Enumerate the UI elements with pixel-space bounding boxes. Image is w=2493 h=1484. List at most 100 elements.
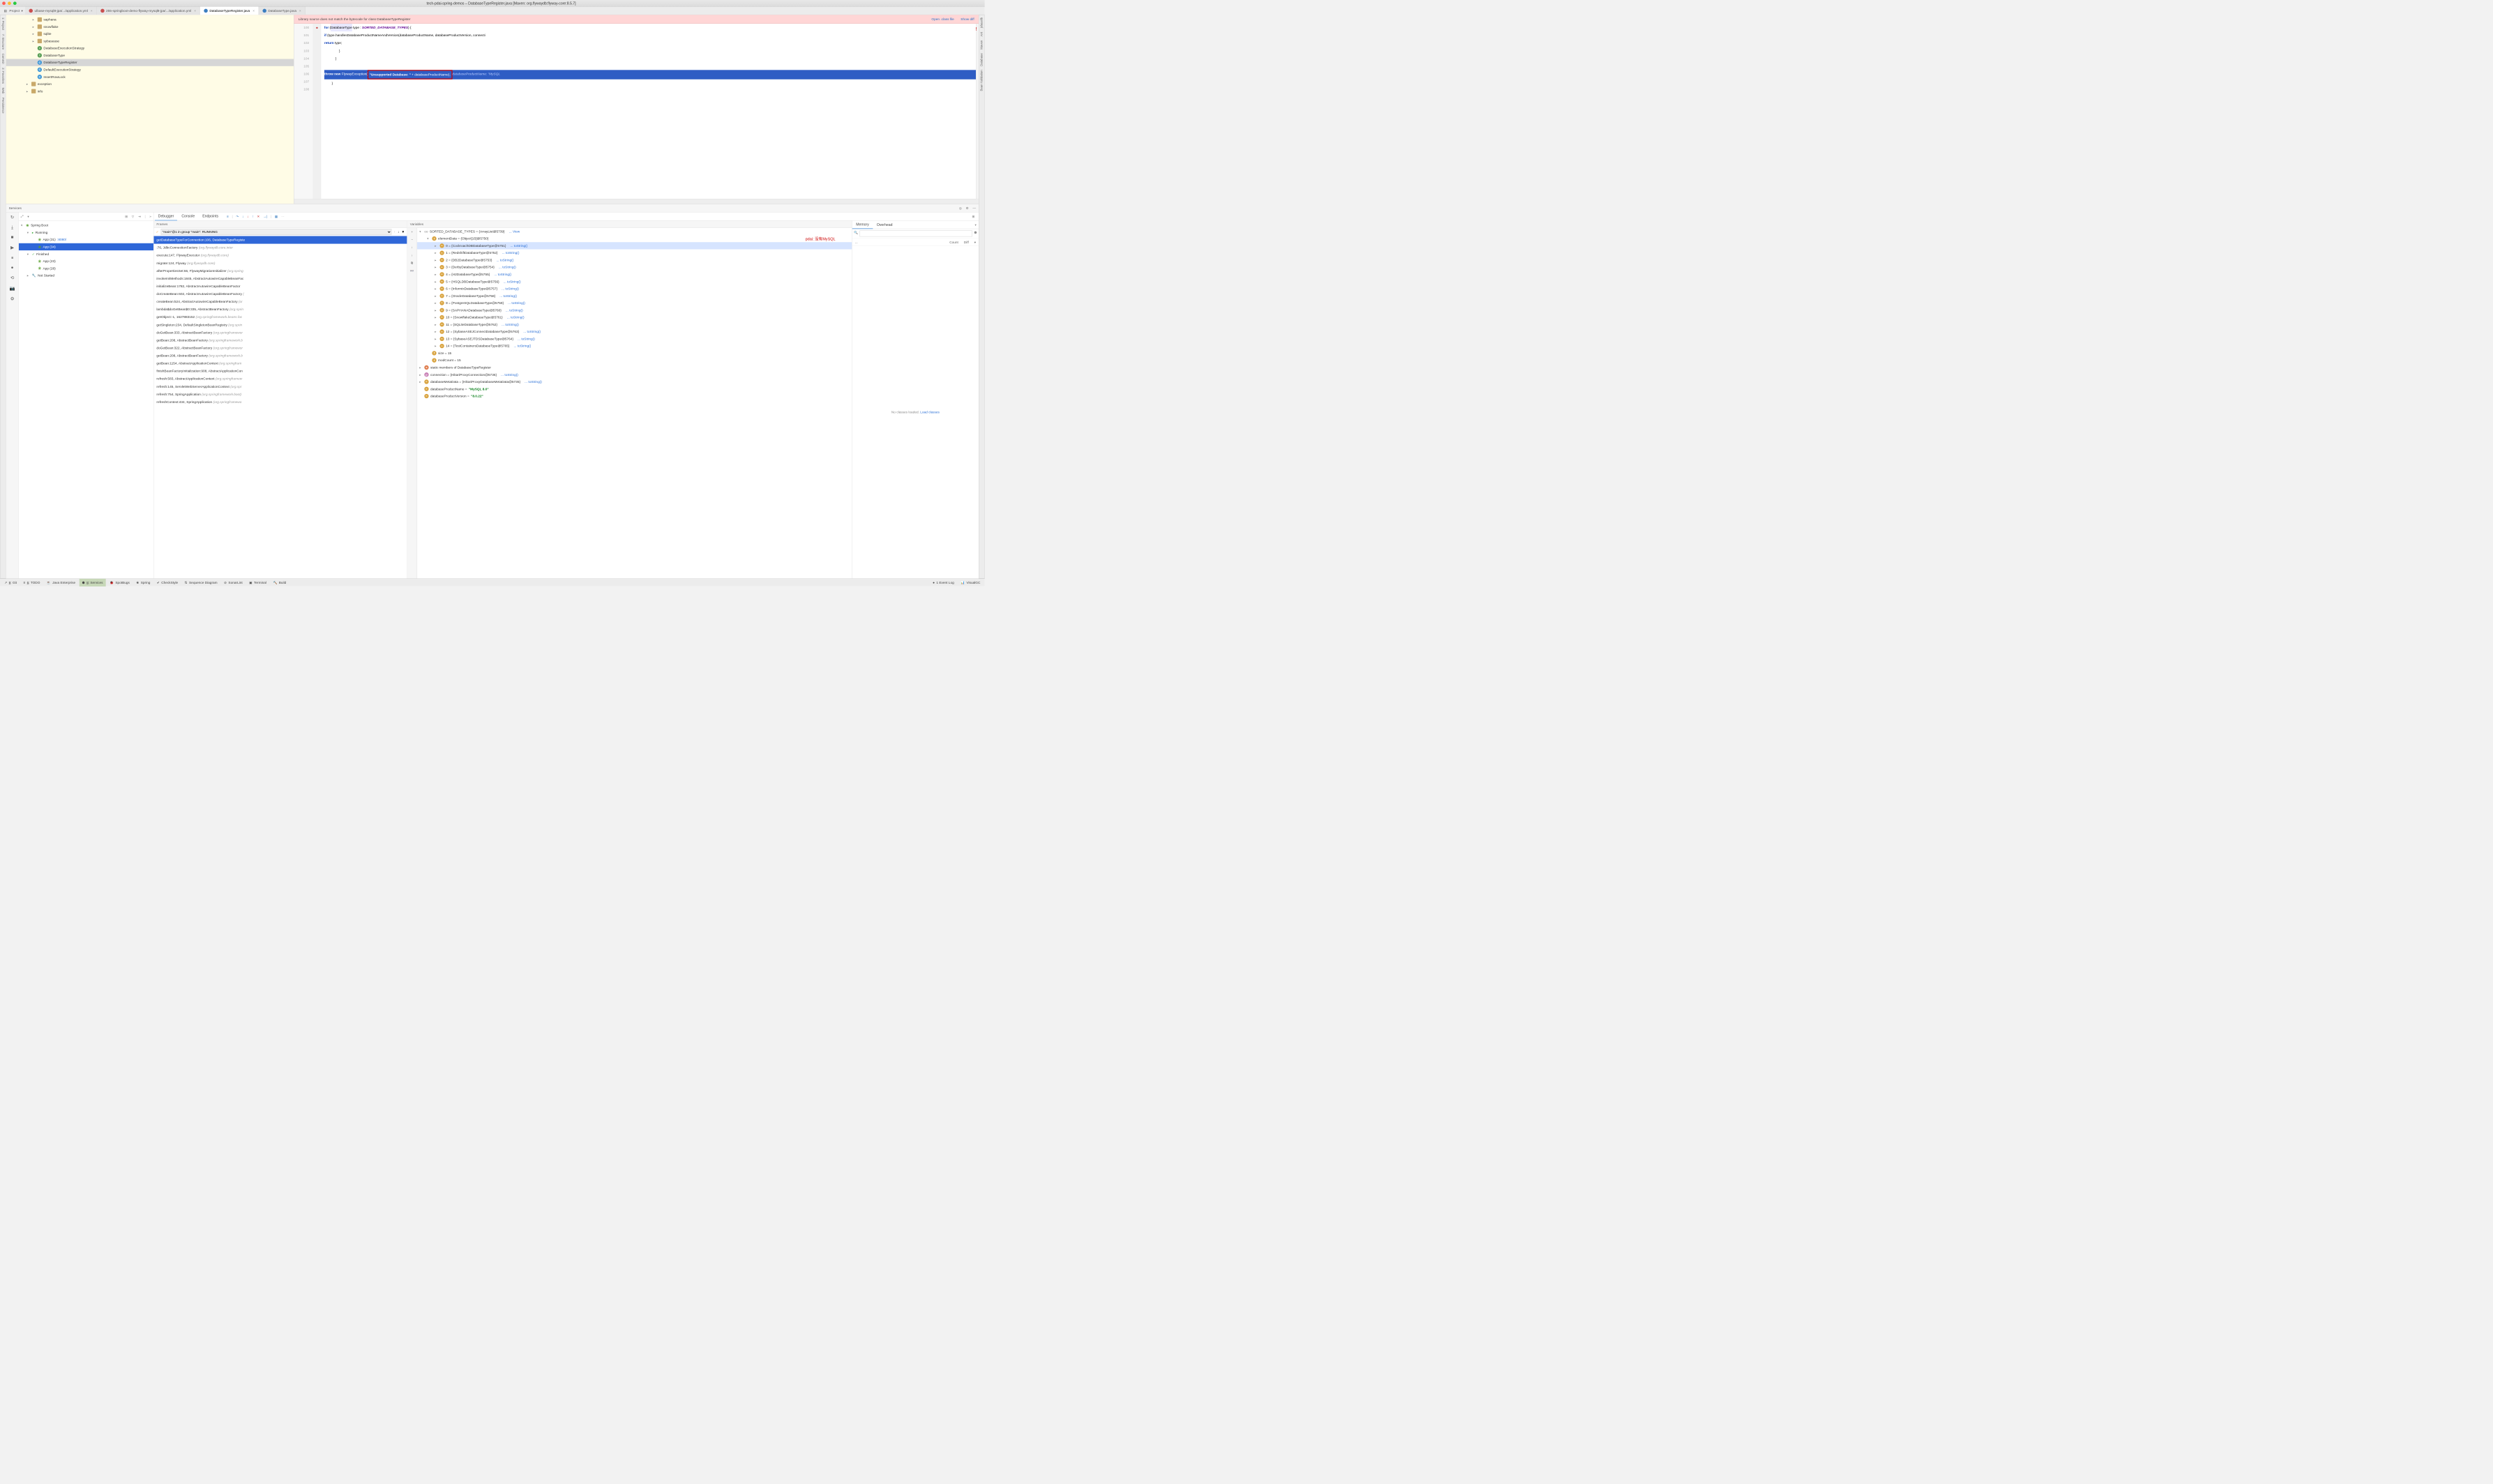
expand-icon[interactable]: ▸: [435, 344, 438, 348]
code-body[interactable]: for (DatabaseType type : SORTED_DATABASE…: [321, 24, 976, 199]
tostring-link[interactable]: ... toString(): [508, 301, 525, 305]
breakpoint-gutter[interactable]: ●: [313, 24, 321, 199]
memory-panel[interactable]: Memory Overhead ▾ 🔍 ⚙: [852, 220, 979, 578]
svc-action-icon[interactable]: ▶: [10, 245, 14, 250]
expand-icon[interactable]: ▾: [21, 223, 24, 227]
status-bar[interactable]: ↗9: Git≡6: TODO☕Java Enterprise⬢8: Servi…: [0, 579, 985, 586]
stack-frame[interactable]: refresh:145, ServletWebServerApplication…: [153, 383, 407, 391]
status-btn[interactable]: ❀Spring: [133, 579, 153, 586]
next-frame-icon[interactable]: ↓: [398, 230, 399, 234]
run-to-cursor-icon[interactable]: →|: [263, 215, 267, 219]
expand-icon[interactable]: ▸: [435, 330, 438, 334]
expand-icon[interactable]: ▸: [435, 337, 438, 341]
stack-frame[interactable]: getBean:208, AbstractBeanFactory (org.sp…: [153, 336, 407, 344]
run-config-node[interactable]: ❀App (28): [19, 265, 153, 272]
close-icon[interactable]: [2, 1, 6, 5]
rail-btn[interactable]: Maven: [980, 40, 984, 50]
stack-frame[interactable]: doGetBean:322, AbstractBeanFactory (org.…: [153, 344, 407, 351]
frames-panel[interactable]: Frames ✓ "main"@1 in group "main": RUNNI…: [153, 220, 407, 578]
tostring-link[interactable]: ... toString(): [518, 337, 535, 341]
step-out-icon[interactable]: ↑: [252, 215, 253, 219]
step-into-icon[interactable]: ↓: [242, 215, 243, 219]
filter-frames-icon[interactable]: ▼: [402, 230, 405, 234]
variable-row[interactable]: ▸sstatic members of DatabaseTypeRegister: [417, 364, 852, 371]
status-btn[interactable]: ⊘SonarLint: [221, 579, 246, 586]
tostring-link[interactable]: ... toString(): [514, 344, 532, 348]
stack-frame[interactable]: refreshContext:434, SpringApplication (o…: [153, 398, 407, 406]
overhead-tab[interactable]: Overhead: [873, 220, 896, 229]
rail-btn[interactable]: Web: [1, 87, 5, 93]
expand-icon[interactable]: ▸: [435, 315, 438, 319]
variables-toolbar[interactable]: + − ↑ ↓ ⧉ 👓: [407, 228, 417, 579]
tostring-link[interactable]: ... View: [509, 229, 520, 234]
stack-frame[interactable]: migrate:124, Flyway (org.flywaydb.core): [153, 259, 407, 267]
tree-node[interactable]: CInsertRowLock: [6, 73, 294, 80]
expand-icon[interactable]: ▸: [419, 365, 423, 370]
status-btn[interactable]: ●1 Event Log: [930, 579, 956, 586]
variable-row[interactable]: ▸≡6 = {InformixDatabaseType@5757} ... to…: [417, 285, 852, 292]
rail-btn[interactable]: Persistence: [1, 98, 5, 114]
expand-icon[interactable]: ▸: [435, 251, 438, 255]
tostring-link[interactable]: ... toString(): [499, 294, 517, 298]
memory-tab[interactable]: Memory: [852, 220, 873, 229]
editor-tab[interactable]: ulbase-mysql8-jpa/.../application.yml×: [25, 6, 96, 15]
expand-icon[interactable]: ▸: [435, 294, 438, 298]
variable-row[interactable]: ▸≡1 = {RedshiftDatabaseType@5752} ... to…: [417, 249, 852, 256]
status-btn[interactable]: ☕Java Enterprise: [44, 579, 78, 586]
expand-icon[interactable]: ▾: [419, 229, 423, 234]
show-diff-link[interactable]: Show diff: [961, 17, 974, 22]
tree-node[interactable]: IDatabaseType: [6, 52, 294, 59]
tree-node[interactable]: CDefaultExecutionStrategy: [6, 66, 294, 73]
expand-icon[interactable]: ▸: [27, 89, 30, 93]
stack-frame[interactable]: getSingleton:234, DefaultSingletonBeanRe…: [153, 321, 407, 328]
expand-icon[interactable]: ▸: [419, 372, 423, 377]
down-icon[interactable]: ↓: [412, 253, 413, 257]
variable-row[interactable]: fsize = 15: [417, 349, 852, 356]
debugger-tab[interactable]: Console: [179, 212, 198, 220]
editor-tab[interactable]: DatabaseTypeRegister.java×: [200, 6, 259, 15]
window-controls[interactable]: [2, 1, 17, 5]
run-config-node[interactable]: ❀App (34): [19, 243, 153, 250]
variable-row[interactable]: ▸≡7 = {OracleDatabaseType@5758} ... toSt…: [417, 292, 852, 299]
services-header[interactable]: Services ◎ ⚙ —: [6, 204, 979, 213]
variable-row[interactable]: ▸≡13 = {SybaseASEJTDSDatabaseType@5764} …: [417, 335, 852, 342]
variable-row[interactable]: ▸≡5 = {HSQLDBDatabaseType@5756} ... toSt…: [417, 278, 852, 285]
left-tool-rail[interactable]: 1: Project7: StructureCommit2: Favorites…: [0, 15, 6, 578]
grid-icon[interactable]: ⊞: [125, 215, 128, 219]
gear-icon[interactable]: ⚙: [974, 231, 977, 237]
tostring-link[interactable]: ... toString(): [502, 287, 519, 291]
project-selector[interactable]: ▤ Project ▾: [1, 8, 26, 13]
svc-action-icon[interactable]: ⟲: [10, 275, 14, 281]
close-tab-icon[interactable]: ×: [253, 8, 255, 13]
run-configurations-tree[interactable]: ⤢▾ ⊞ ▽ ⇥ | » ▾❀Spring Boot▾▸Running❀App …: [19, 213, 154, 579]
svc-action-icon[interactable]: 📷: [10, 286, 15, 292]
stack-frame[interactable]: :76, JdbcConnectionFactory (org.flywaydb…: [153, 244, 407, 252]
filter-icon[interactable]: ▽: [132, 215, 135, 219]
editor-hscroll[interactable]: [294, 199, 979, 204]
expand-icon[interactable]: ▸: [435, 265, 438, 269]
stack-frame[interactable]: doGetBean:333, AbstractBeanFactory (org.…: [153, 328, 407, 336]
code-area[interactable]: ! 100101102103104105106107108 ● for (Dat…: [294, 24, 979, 199]
expand-icon[interactable]: ▸: [435, 258, 438, 262]
status-btn[interactable]: ▣Terminal: [246, 579, 269, 586]
run-config-node[interactable]: ❀App (31):8080/: [19, 236, 153, 243]
expand-icon[interactable]: ▸: [27, 273, 31, 278]
tostring-link[interactable]: ... toString(): [502, 323, 519, 327]
expand-icon[interactable]: ▸: [419, 380, 423, 384]
stack-frame[interactable]: lambda$doGetBean$0:335, AbstractBeanFact…: [153, 305, 407, 313]
tree-node[interactable]: ▸info: [6, 88, 294, 95]
gutter[interactable]: 100101102103104105106107108: [294, 24, 313, 199]
debugger-tab[interactable]: Debugger: [155, 212, 177, 220]
expand-icon[interactable]: ▸: [435, 244, 438, 248]
variable-row[interactable]: ▾ooSORTED_DATABASE_TYPES = {ArrayList@57…: [417, 228, 852, 235]
tostring-link[interactable]: ... toString(): [504, 280, 521, 284]
thread-selector[interactable]: ✓ "main"@1 in group "main": RUNNING ↑ ↓ …: [153, 228, 407, 236]
run-config-node[interactable]: ❀App (23): [19, 257, 153, 264]
editor[interactable]: Library source does not match the byteco…: [294, 15, 979, 204]
tree-node[interactable]: CDatabaseTypeRegister: [6, 59, 294, 66]
expand-icon[interactable]: ▸: [435, 287, 438, 291]
minimize-icon[interactable]: [8, 1, 11, 5]
tostring-link[interactable]: ... toString(): [523, 330, 541, 334]
rail-btn[interactable]: Database: [980, 53, 984, 66]
import-icon[interactable]: ⇥: [138, 215, 141, 219]
